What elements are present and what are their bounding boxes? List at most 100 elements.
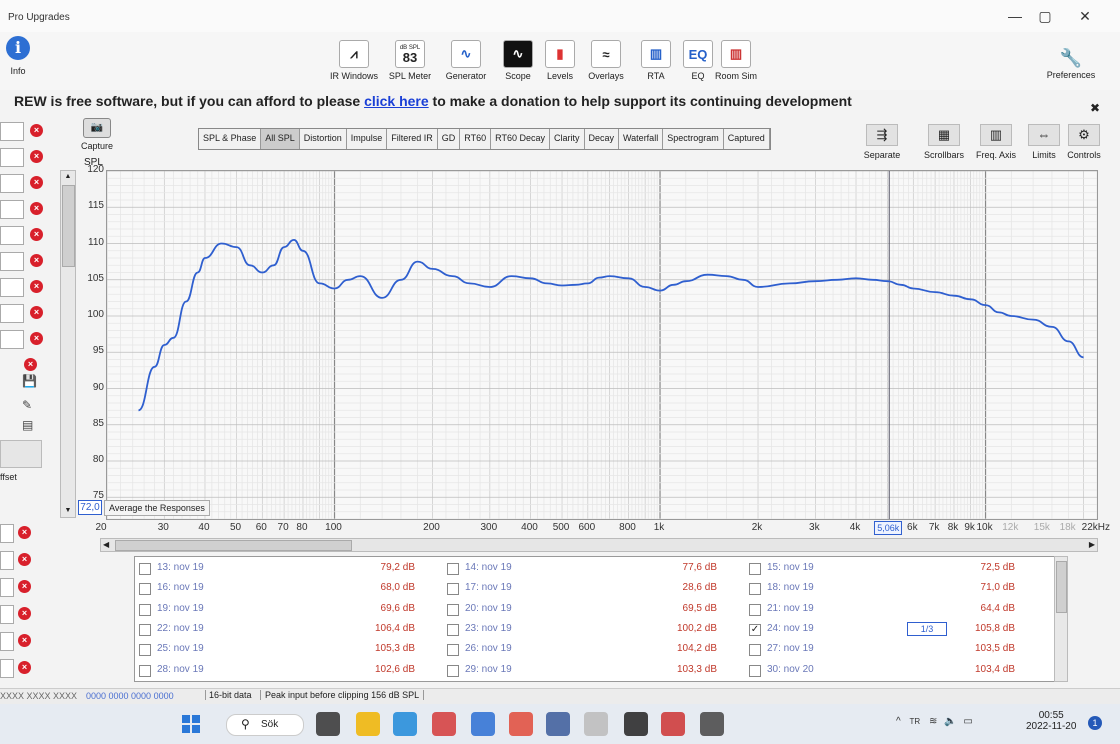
- info-button[interactable]: i Info: [4, 36, 32, 76]
- measurement-swatch[interactable]: [0, 148, 24, 167]
- measurement-swatch[interactable]: [0, 174, 24, 193]
- volume-icon[interactable]: 🔈: [944, 716, 956, 727]
- y-scrollbar[interactable]: ▲ ▼: [60, 170, 76, 518]
- graph-tab-rt60-decay[interactable]: RT60 Decay: [491, 129, 550, 149]
- graph-controls-button[interactable]: ⚙ Controls: [1056, 124, 1112, 160]
- rew-spl-icon[interactable]: [661, 712, 685, 736]
- measurement-slot[interactable]: ×: [0, 302, 52, 324]
- measurement-checkbox[interactable]: [749, 603, 761, 616]
- measurement-checkbox[interactable]: [749, 644, 761, 657]
- remove-measurement-icon[interactable]: ×: [30, 124, 43, 137]
- rew-app-icon[interactable]: [546, 712, 570, 736]
- measurement-slot[interactable]: ×: [0, 198, 52, 220]
- scroll-up-icon[interactable]: ▲: [61, 171, 75, 183]
- measurement-swatch[interactable]: [0, 605, 14, 624]
- measurement-slot[interactable]: ×: [0, 328, 52, 350]
- measurement-checkbox[interactable]: [139, 644, 151, 657]
- measurement-swatch[interactable]: [0, 278, 24, 297]
- taskbar-search[interactable]: ⚲ Sök: [226, 714, 304, 736]
- measurement-swatch[interactable]: [0, 551, 14, 570]
- remove-measurement-icon[interactable]: ×: [18, 634, 31, 647]
- measurement-swatch[interactable]: [0, 524, 14, 543]
- measurement-checkbox[interactable]: [447, 664, 459, 677]
- measurement-slot[interactable]: ×: [0, 120, 52, 142]
- toolbar-generator-button[interactable]: ∿ Generator: [440, 40, 492, 81]
- measurement-swatch[interactable]: [0, 659, 14, 678]
- y-scrollbar-thumb[interactable]: [62, 185, 75, 267]
- measurement-swatch[interactable]: [0, 330, 24, 349]
- measurement-swatch[interactable]: [0, 578, 14, 597]
- graph-tab-gd[interactable]: GD: [437, 129, 461, 149]
- measurement-slot[interactable]: ×: [0, 549, 52, 571]
- minimize-button[interactable]: —: [1000, 6, 1030, 26]
- measurement-checkbox[interactable]: [447, 623, 459, 636]
- graph-tab-rt60[interactable]: RT60: [460, 129, 492, 149]
- table-scrollbar[interactable]: [1054, 556, 1068, 682]
- x-scrollbar[interactable]: ◀ ▶: [100, 538, 1098, 552]
- plot-area[interactable]: [106, 170, 1098, 520]
- measurement-checkbox[interactable]: [749, 583, 761, 596]
- toolbar-levels-button[interactable]: ▮ Levels: [534, 40, 586, 81]
- graph-tab-spectrogram[interactable]: Spectrogram: [663, 129, 724, 149]
- table-scrollbar-thumb[interactable]: [1056, 561, 1067, 613]
- graph-tab-distortion[interactable]: Distortion: [299, 129, 347, 149]
- chrome-icon[interactable]: [509, 712, 533, 736]
- remove-measurement-icon[interactable]: ×: [30, 176, 43, 189]
- x-scrollbar-thumb[interactable]: [115, 540, 352, 551]
- remove-measurement-icon[interactable]: ×: [30, 202, 43, 215]
- file-explorer-icon[interactable]: [356, 712, 380, 736]
- measurement-checkbox[interactable]: ✓: [749, 623, 761, 636]
- measurement-checkbox[interactable]: [139, 563, 151, 575]
- clock[interactable]: 00:55 2022-11-20: [1026, 710, 1076, 732]
- measurement-checkbox[interactable]: [749, 664, 761, 677]
- remove-measurement-icon[interactable]: ×: [18, 661, 31, 674]
- scroll-left-icon[interactable]: ◀: [103, 539, 109, 551]
- start-icon[interactable]: [182, 715, 200, 733]
- save-icon[interactable]: 💾: [22, 374, 37, 388]
- graph-scrollbars-button[interactable]: ▦ Scrollbars: [916, 124, 972, 160]
- measurement-checkbox[interactable]: [447, 644, 459, 657]
- system-tray[interactable]: ^ TR ≋ 🔈 ▭: [896, 716, 973, 727]
- remove-measurement-icon[interactable]: ×: [30, 150, 43, 163]
- average-responses-button[interactable]: Average the Responses: [104, 500, 210, 516]
- search-app-icon[interactable]: [624, 712, 648, 736]
- preferences-button[interactable]: 🔧 Preferences: [1040, 48, 1102, 80]
- remove-measurement-icon[interactable]: ×: [30, 332, 43, 345]
- measurement-swatch[interactable]: [0, 122, 24, 141]
- measurement-checkbox[interactable]: [749, 563, 761, 575]
- measurement-swatch[interactable]: [0, 200, 24, 219]
- measurement-slot[interactable]: ×: [0, 522, 52, 544]
- graph-tab-captured[interactable]: Captured: [723, 129, 770, 149]
- measurement-slot[interactable]: ×: [0, 250, 52, 272]
- language-indicator[interactable]: TR: [909, 717, 920, 726]
- graph-tab-impulse[interactable]: Impulse: [346, 129, 388, 149]
- graph-tab-filtered-ir[interactable]: Filtered IR: [387, 129, 438, 149]
- capture-button[interactable]: 📷 Capture: [80, 118, 114, 151]
- remove-measurement-icon[interactable]: ×: [18, 607, 31, 620]
- measurement-swatch[interactable]: [0, 632, 14, 651]
- system-app-icon[interactable]: [700, 712, 724, 736]
- battery-icon[interactable]: ▭: [963, 716, 972, 727]
- maximize-button[interactable]: ▢: [1030, 6, 1060, 26]
- tray-overflow-icon[interactable]: ^: [896, 716, 901, 727]
- graph-tab-decay[interactable]: Decay: [584, 129, 620, 149]
- measurement-checkbox[interactable]: [139, 623, 151, 636]
- toolbar-room-sim-button[interactable]: ▥ Room Sim: [710, 40, 762, 81]
- measurement-swatch[interactable]: [0, 252, 24, 271]
- measurement-slot[interactable]: ×: [0, 146, 52, 168]
- measurement-checkbox[interactable]: [139, 583, 151, 596]
- measurement-slot[interactable]: ×: [0, 354, 52, 376]
- remove-measurement-icon[interactable]: ×: [24, 358, 37, 371]
- measurement-checkbox[interactable]: [447, 603, 459, 616]
- measurement-checkbox[interactable]: [447, 563, 459, 575]
- graph-tab-spl-phase[interactable]: SPL & Phase: [199, 129, 262, 149]
- remove-measurement-icon[interactable]: ×: [30, 228, 43, 241]
- scroll-down-icon[interactable]: ▼: [61, 505, 75, 517]
- measurement-slot[interactable]: ×: [0, 576, 52, 598]
- graph-tab-all-spl[interactable]: All SPL: [261, 129, 300, 149]
- remove-measurement-icon[interactable]: ×: [30, 254, 43, 267]
- notification-badge[interactable]: 1: [1088, 716, 1102, 730]
- measurement-checkbox[interactable]: [447, 583, 459, 596]
- measurement-slot[interactable]: ×: [0, 630, 52, 652]
- mail-icon[interactable]: [471, 712, 495, 736]
